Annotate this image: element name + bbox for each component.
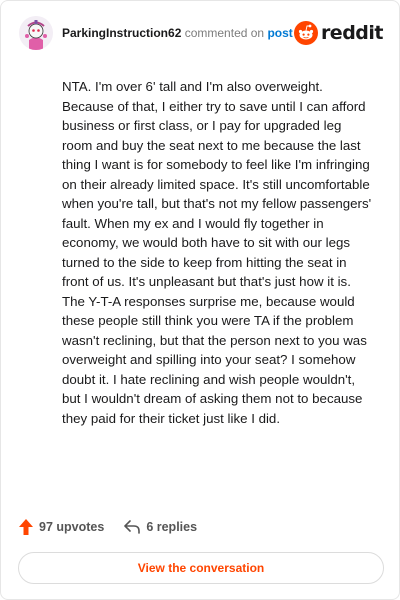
post-link[interactable]: post [267, 26, 292, 40]
reddit-wordmark: reddit [320, 22, 384, 44]
replies-count: 6 replies [146, 520, 198, 534]
replies-stat[interactable]: 6 replies [124, 520, 197, 534]
avatar-image [19, 16, 53, 50]
avatar[interactable] [19, 16, 53, 50]
commented-on-label: commented on [184, 26, 265, 40]
upvotes-count: 97 upvotes [39, 520, 105, 534]
username-link[interactable]: ParkingInstruction62 [62, 26, 181, 40]
upvote-arrow-icon [19, 519, 33, 535]
comment-card: ParkingInstruction62 commented on post r… [0, 0, 400, 600]
comment-header: ParkingInstruction62 commented on post r… [19, 15, 384, 51]
upvotes-stat[interactable]: 97 upvotes [19, 519, 104, 535]
comment-body: NTA. I'm over 6' tall and I'm also overw… [62, 79, 372, 426]
comment-meta: ParkingInstruction62 commented on post [62, 26, 294, 40]
comment-footer: 97 upvotes 6 replies [19, 515, 197, 539]
reply-arrow-icon [124, 520, 141, 534]
reddit-logo-icon [293, 21, 318, 45]
view-conversation-button[interactable]: View the conversation [18, 552, 384, 584]
reddit-brand[interactable]: reddit [293, 21, 384, 45]
